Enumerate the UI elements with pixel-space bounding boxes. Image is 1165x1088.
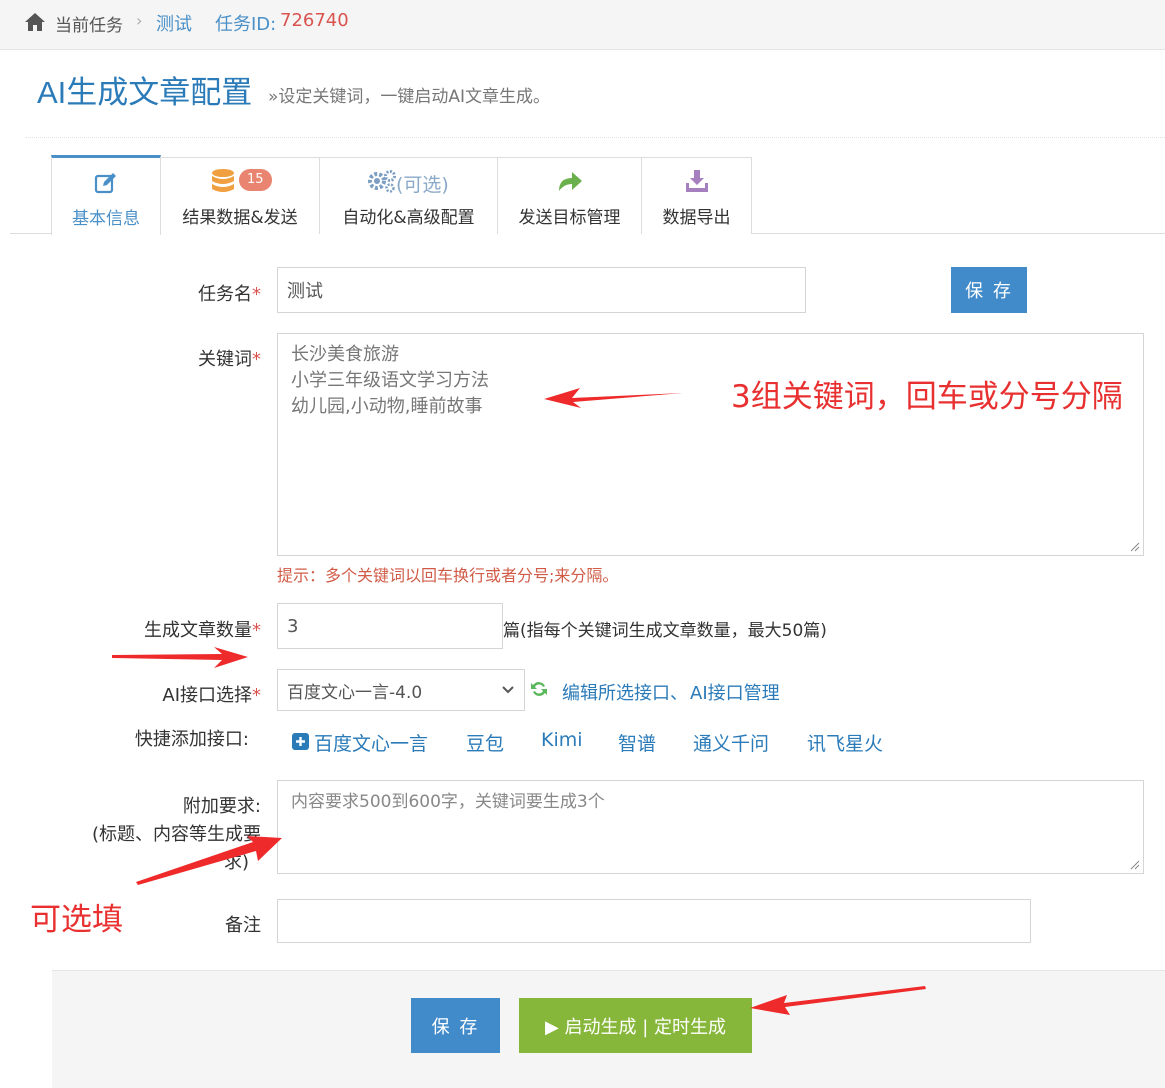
label-text: AI接口选择: [162, 685, 252, 706]
tab-result-data-send[interactable]: 15 结果数据&发送: [160, 157, 320, 234]
task-name-label: 任务名*: [198, 280, 261, 306]
breadcrumb-separator: ›: [136, 11, 143, 30]
optional-tag: (可选): [396, 174, 449, 196]
home-icon[interactable]: [24, 12, 46, 32]
gears-icon: [368, 170, 396, 193]
label-text: 生成文章数量: [144, 620, 252, 641]
ai-interface-label: AI接口选择*: [162, 681, 261, 707]
save-button[interactable]: 保 存: [411, 998, 500, 1053]
keywords-textarea[interactable]: 长沙美食旅游 小学三年级语文学习方法 幼儿园,小动物,睡前故事: [277, 333, 1144, 556]
share-arrow-icon: [558, 172, 582, 191]
arrow-to-article-count: [112, 647, 248, 668]
resize-handle-icon[interactable]: [1130, 860, 1140, 870]
quick-add-baidu[interactable]: 百度文心一言: [314, 729, 428, 756]
quick-add-tongyi[interactable]: 通义千问: [693, 729, 769, 756]
label-text: 任务名: [198, 284, 252, 305]
resize-handle-icon[interactable]: [1130, 542, 1140, 552]
extra-requirements-textarea[interactable]: 内容要求500到600字，关键词要生成3个: [277, 780, 1144, 874]
quick-add-doubao[interactable]: 豆包: [466, 729, 504, 756]
ai-interface-manage-link[interactable]: AI接口管理: [690, 679, 780, 705]
header-divider: [25, 137, 1165, 138]
breadcrumb-task-id-label: 任务ID:: [215, 14, 277, 35]
extra-requirements-placeholder: 内容要求500到600字，关键词要生成3个: [291, 792, 605, 812]
ai-interface-select[interactable]: 百度文心一言-4.0: [277, 669, 525, 711]
breadcrumb-current-task[interactable]: 当前任务: [55, 11, 123, 36]
tab-basic-info[interactable]: 基本信息: [51, 155, 161, 235]
page-title: AI生成文章配置: [37, 75, 253, 110]
required-mark: *: [252, 284, 261, 305]
save-button-top[interactable]: 保 存: [951, 267, 1027, 313]
result-count-badge: 15: [239, 169, 272, 191]
page-subtitle: »设定关键词，一键启动AI文章生成。: [268, 87, 551, 107]
breadcrumb-task-id-value: 726740: [280, 10, 349, 31]
quick-add-kimi[interactable]: Kimi: [541, 729, 583, 751]
breadcrumb-task-name[interactable]: 测试: [156, 10, 192, 36]
quick-add-zhipu[interactable]: 智谱: [618, 729, 656, 756]
download-icon: [685, 170, 708, 192]
edit-interface-link[interactable]: 编辑所选接口、: [562, 679, 688, 705]
required-mark: *: [252, 685, 261, 706]
task-name-value: 测试: [287, 281, 323, 302]
article-count-input[interactable]: 3: [277, 603, 503, 649]
keywords-hint: 提示：多个关键词以回车换行或者分号;来分隔。: [277, 566, 619, 585]
keyword-line: 长沙美食旅游: [291, 344, 399, 365]
article-count-label: 生成文章数量*: [144, 616, 261, 642]
edit-icon: [94, 173, 116, 194]
remark-input[interactable]: [277, 899, 1031, 943]
required-mark: *: [252, 349, 261, 370]
task-name-input[interactable]: 测试: [277, 267, 806, 313]
extra-requirements-sublabel: (标题、内容等生成要: [91, 824, 261, 845]
tab-label: 数据导出: [662, 208, 731, 228]
tab-automation-advanced[interactable]: (可选) 自动化&高级配置: [319, 157, 498, 234]
quick-add-label: 快捷添加接口:: [134, 729, 249, 750]
refresh-icon[interactable]: [530, 680, 548, 698]
required-mark: *: [252, 620, 261, 641]
chevron-down-icon: [502, 686, 514, 694]
tab-label: 发送目标管理: [518, 208, 621, 228]
label-text: 关键词: [198, 349, 252, 370]
remark-label: 备注: [225, 915, 261, 936]
keywords-label: 关键词*: [198, 345, 261, 371]
tab-label: 结果数据&发送: [182, 208, 298, 228]
ai-interface-selected: 百度文心一言-4.0: [287, 682, 423, 703]
article-count-value: 3: [287, 615, 299, 637]
extra-requirements-sublabel-end: 求): [223, 852, 249, 873]
extra-requirements-label: 附加要求:: [182, 796, 261, 817]
tab-data-export[interactable]: 数据导出: [641, 157, 752, 234]
tab-label: 基本信息: [72, 209, 140, 229]
tab-send-target-management[interactable]: 发送目标管理: [497, 157, 642, 234]
database-icon: [212, 169, 234, 192]
keywords-annotation: 3组关键词，回车或分号分隔: [731, 379, 1123, 415]
article-count-suffix: 篇(指每个关键词生成文章数量，最大50篇): [503, 621, 827, 641]
start-generate-button[interactable]: ▶ 启动生成 | 定时生成: [519, 998, 752, 1053]
optional-annotation: 可选填: [30, 902, 123, 938]
plus-square-icon: [292, 733, 309, 750]
tab-label: 自动化&高级配置: [342, 208, 475, 228]
quick-add-xunfei[interactable]: 讯飞星火: [807, 729, 883, 756]
